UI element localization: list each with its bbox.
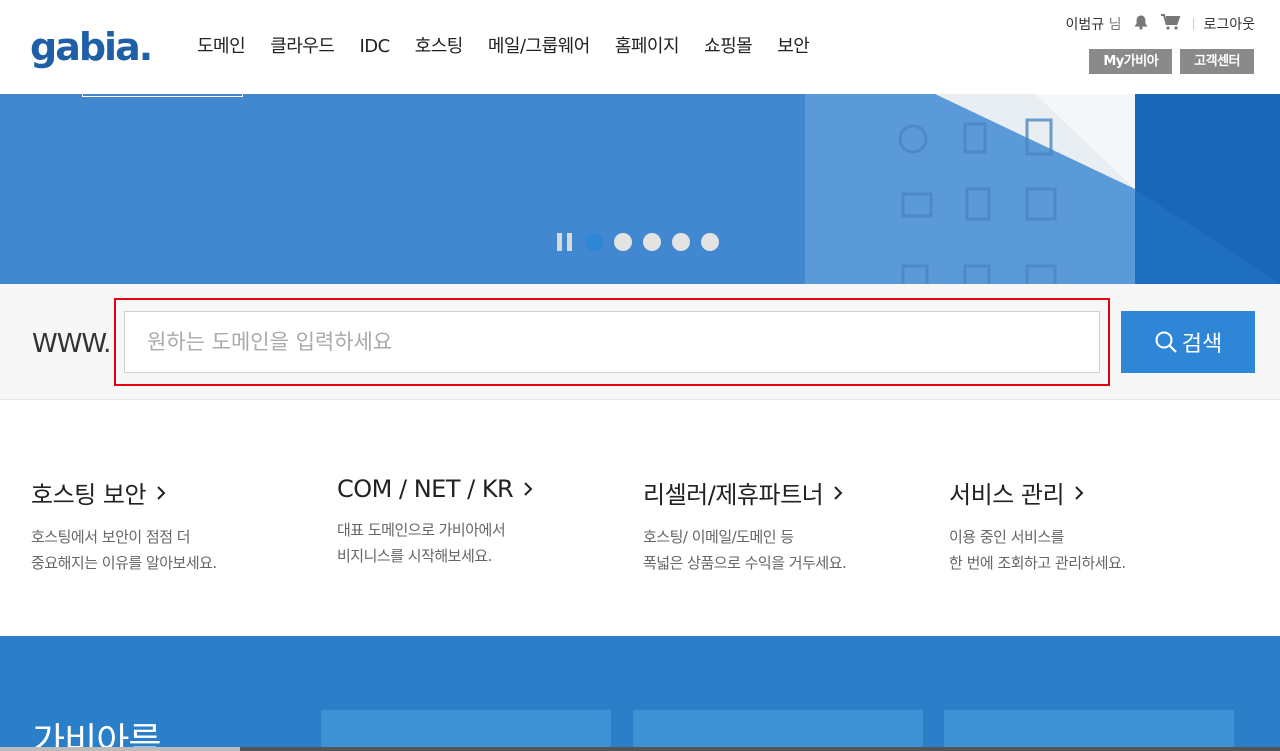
promo-desc-line: 중요해지는 이유를 알아보세요. [31, 554, 217, 572]
customer-center-button[interactable]: 고객센터 [1180, 49, 1254, 74]
promo-title-link[interactable]: 서비스 관리 [949, 475, 1249, 510]
section-card[interactable] [633, 710, 923, 751]
gabia-section: 가비아륵 [0, 636, 1280, 751]
chevron-right-icon [1075, 485, 1084, 500]
nav-item-security[interactable]: 보안 [777, 35, 810, 59]
promo-title: COM / NET / KR [337, 475, 514, 503]
promo-desc-line: 호스팅에서 보안이 점점 더 [31, 528, 191, 546]
section-card[interactable] [944, 710, 1234, 751]
promo-title-link[interactable]: 리셀러/제휴파트너 [643, 475, 943, 510]
search-button[interactable]: 검색 [1121, 311, 1255, 373]
promo-title-link[interactable]: COM / NET / KR [337, 475, 637, 503]
slide-dot-1[interactable] [585, 233, 603, 251]
promo-desc-line: 비지니스를 시작해보세요. [337, 547, 492, 565]
my-gabia-button[interactable]: My가비아 [1089, 49, 1173, 74]
section-title: 가비아륵 [32, 721, 161, 751]
search-icon [1155, 331, 1177, 353]
nav-item-homepage[interactable]: 홈페이지 [615, 35, 680, 59]
banner-illustration [805, 94, 1280, 284]
banner-frame [82, 94, 243, 97]
gabia-logo[interactable]: gabia. [30, 26, 152, 72]
slide-indicator [557, 233, 730, 251]
promo-hosting-security: 호스팅 보안 호스팅에서 보안이 점점 더 중요해지는 이유를 알아보세요. [31, 475, 331, 576]
nav-item-shoppingmall[interactable]: 쇼핑몰 [704, 35, 753, 59]
divider [1193, 18, 1195, 30]
promo-description: 호스팅/ 이메일/도메인 등 폭넓은 상품으로 수익을 거두세요. [643, 524, 943, 576]
bell-icon[interactable] [1133, 14, 1149, 34]
www-prefix: WWW. [32, 329, 111, 359]
promo-desc-line: 한 번에 조회하고 관리하세요. [949, 554, 1126, 572]
user-suffix: 님 [1104, 17, 1122, 33]
nav-item-hosting[interactable]: 호스팅 [415, 35, 464, 59]
nav-item-cloud[interactable]: 클라우드 [270, 35, 335, 59]
domain-search-input[interactable] [124, 311, 1100, 373]
user-name: 이범규 [1065, 17, 1105, 33]
utility-bar: 이범규 님 로그아웃 [1065, 14, 1255, 34]
chevron-right-icon [834, 485, 843, 500]
nav-item-mail[interactable]: 메일/그룹웨어 [488, 35, 590, 59]
promo-title: 호스팅 보안 [31, 481, 147, 509]
svg-text:gabia.: gabia. [30, 26, 151, 69]
promo-desc-line: 호스팅/ 이메일/도메인 등 [643, 528, 794, 546]
horizontal-scrollbar[interactable] [0, 747, 1280, 751]
promo-com-net-kr: COM / NET / KR 대표 도메인으로 가비아에서 비지니스를 시작해보… [337, 475, 637, 569]
promo-service-management: 서비스 관리 이용 중인 서비스를 한 번에 조회하고 관리하세요. [949, 475, 1249, 576]
promo-desc-line: 폭넓은 상품으로 수익을 거두세요. [643, 554, 847, 572]
logout-link[interactable]: 로그아웃 [1203, 14, 1255, 34]
promo-title: 리셀러/제휴파트너 [643, 481, 824, 509]
pause-icon[interactable] [557, 233, 573, 251]
section-card[interactable] [321, 710, 611, 751]
main-banner[interactable] [0, 94, 1280, 284]
cart-icon[interactable] [1161, 14, 1181, 34]
promo-desc-line: 이용 중인 서비스를 [949, 528, 1064, 546]
promo-desc-line: 대표 도메인으로 가비아에서 [337, 521, 506, 539]
promo-description: 호스팅에서 보안이 점점 더 중요해지는 이유를 알아보세요. [31, 524, 331, 576]
site-header: gabia. 도메인 클라우드 IDC 호스팅 메일/그룹웨어 홈페이지 쇼핑몰… [0, 0, 1280, 94]
user-greeting: 이범규 님 [1065, 14, 1121, 34]
slide-dot-3[interactable] [643, 233, 661, 251]
promo-title-link[interactable]: 호스팅 보안 [31, 475, 331, 510]
slide-dot-5[interactable] [701, 233, 719, 251]
nav-item-idc[interactable]: IDC [359, 35, 390, 59]
search-button-label: 검색 [1181, 332, 1223, 357]
main-nav: 도메인 클라우드 IDC 호스팅 메일/그룹웨어 홈페이지 쇼핑몰 보안 [197, 35, 834, 59]
promo-description: 대표 도메인으로 가비아에서 비지니스를 시작해보세요. [337, 517, 637, 569]
chevron-right-icon [157, 485, 166, 500]
slide-dot-4[interactable] [672, 233, 690, 251]
promo-reseller: 리셀러/제휴파트너 호스팅/ 이메일/도메인 등 폭넓은 상품으로 수익을 거두… [643, 475, 943, 576]
nav-item-domain[interactable]: 도메인 [197, 35, 246, 59]
scrollbar-thumb[interactable] [0, 747, 240, 751]
promo-title: 서비스 관리 [949, 481, 1065, 509]
chevron-right-icon [524, 482, 533, 496]
slide-dot-2[interactable] [614, 233, 632, 251]
promo-description: 이용 중인 서비스를 한 번에 조회하고 관리하세요. [949, 524, 1249, 576]
utility-buttons: My가비아 고객센터 [1089, 49, 1254, 74]
